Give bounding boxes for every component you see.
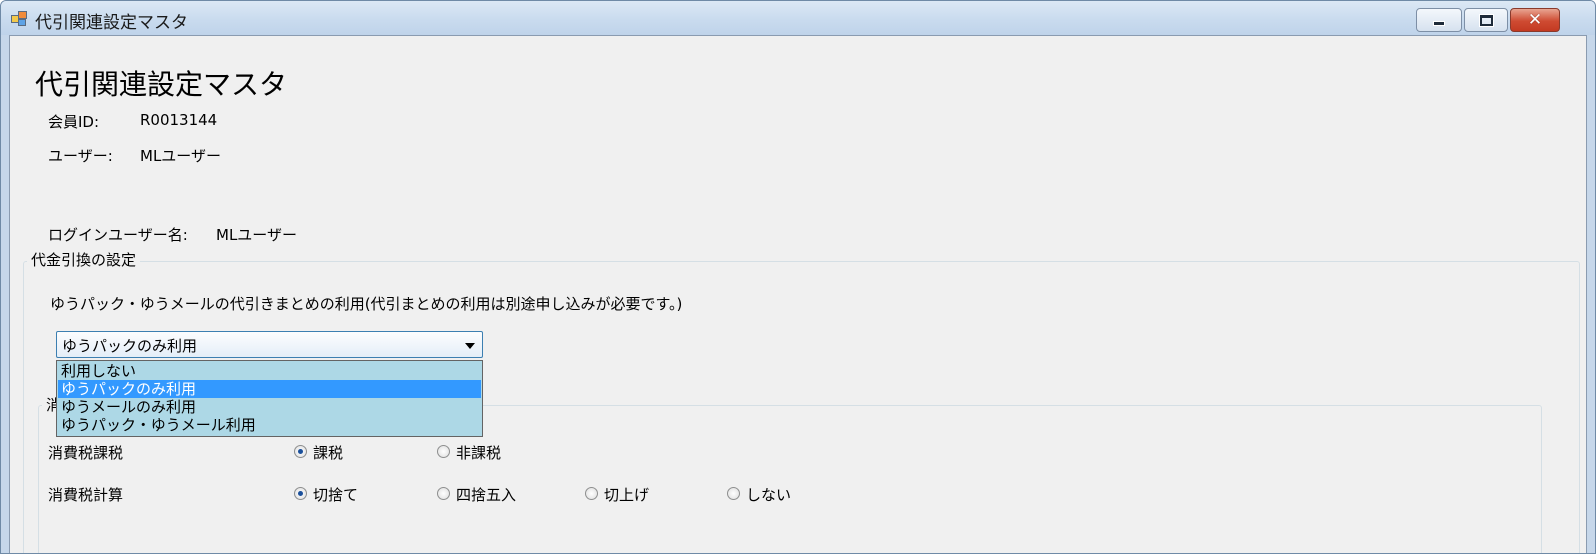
minimize-icon [1433, 21, 1445, 26]
round-half-radio-label[interactable]: 四捨五入 [456, 484, 516, 505]
chevron-down-icon[interactable] [465, 343, 475, 349]
tax-calculation-label: 消費税計算 [48, 486, 124, 504]
close-button[interactable]: ✕ [1510, 8, 1560, 32]
maximize-button[interactable] [1464, 8, 1508, 32]
window-title: 代引関連設定マスタ [35, 13, 188, 33]
cod-settings-group-title: 代金引換の設定 [27, 249, 141, 270]
combobox-selected-value: ゆうパックのみ利用 [62, 337, 198, 355]
round-down-radio-label[interactable]: 切捨て [313, 484, 358, 505]
round-up-radio[interactable] [585, 487, 598, 500]
member-id-value: R0013144 [140, 111, 218, 129]
taxation-label: 消費税課税 [48, 444, 124, 462]
round-down-radio[interactable] [294, 487, 307, 500]
cod-usage-dropdown-list[interactable]: 利用しない ゆうパックのみ利用 ゆうメールのみ利用 ゆうパック・ゆうメール利用 [56, 360, 483, 437]
non-taxable-radio[interactable] [437, 445, 450, 458]
maximize-icon [1478, 13, 1494, 27]
dropdown-option-yupack-only[interactable]: ゆうパックのみ利用 [58, 380, 481, 398]
no-rounding-radio[interactable] [727, 487, 740, 500]
no-rounding-radio-label[interactable]: しない [746, 484, 791, 505]
user-label: ユーザー: [48, 147, 113, 165]
title-bar[interactable]: 代引関連設定マスタ ✕ [1, 1, 1595, 35]
user-value: MLユーザー [140, 147, 221, 165]
cod-description: ゆうパック・ゆうメールの代引きまとめの利用(代引まとめの利用は別途申し込みが必要… [50, 295, 683, 313]
page-title: 代引関連設定マスタ [35, 68, 288, 101]
member-id-label: 会員ID: [48, 113, 100, 131]
dropdown-option-none[interactable]: 利用しない [58, 362, 481, 380]
form-client-area: 代引関連設定マスタ 会員ID: R0013144 ユーザー: MLユーザー ログ… [9, 35, 1587, 553]
round-half-radio[interactable] [437, 487, 450, 500]
close-icon: ✕ [1527, 9, 1543, 30]
cod-usage-combobox[interactable]: ゆうパックのみ利用 [56, 331, 483, 358]
taxable-radio[interactable] [294, 445, 307, 458]
round-up-radio-label[interactable]: 切上げ [604, 484, 649, 505]
login-user-label: ログインユーザー名: [48, 226, 188, 244]
taxable-radio-label[interactable]: 課税 [313, 442, 343, 463]
dropdown-option-yumail-only[interactable]: ゆうメールのみ利用 [58, 398, 481, 416]
dropdown-option-both[interactable]: ゆうパック・ゆうメール利用 [58, 416, 481, 434]
minimize-button[interactable] [1416, 8, 1462, 32]
app-icon[interactable] [11, 11, 27, 26]
login-user-value: MLユーザー [216, 226, 297, 244]
app-window: 代引関連設定マスタ ✕ 代引関連設定マスタ 会員ID: R0013144 ユーザ… [0, 0, 1596, 554]
non-taxable-radio-label[interactable]: 非課税 [456, 442, 501, 463]
